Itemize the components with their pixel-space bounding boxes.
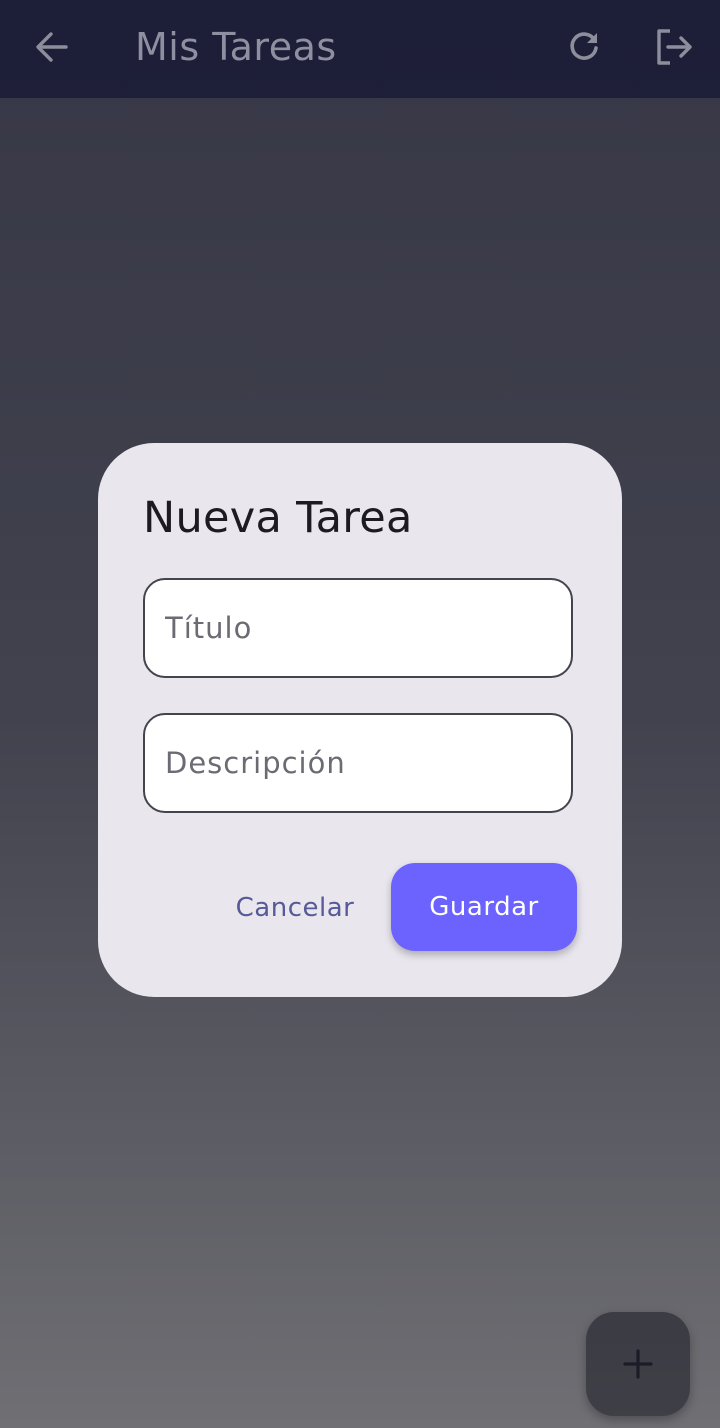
description-field[interactable] — [143, 713, 573, 813]
description-input[interactable] — [165, 715, 555, 811]
page-title: Mis Tareas — [135, 25, 337, 69]
save-button[interactable]: Guardar — [391, 863, 577, 951]
dialog-title: Nueva Tarea — [143, 493, 413, 543]
title-field[interactable] — [143, 578, 573, 678]
logout-button[interactable] — [644, 17, 704, 77]
new-task-dialog: Nueva Tarea Cancelar Guardar — [98, 443, 622, 997]
refresh-icon — [570, 32, 598, 60]
logout-icon — [657, 29, 692, 65]
arrow-left-icon — [36, 32, 68, 62]
refresh-button[interactable] — [554, 17, 614, 77]
cancel-button[interactable]: Cancelar — [220, 863, 370, 953]
title-input[interactable] — [165, 580, 555, 676]
app-bar: Mis Tareas — [0, 0, 720, 98]
back-button[interactable] — [22, 17, 82, 77]
